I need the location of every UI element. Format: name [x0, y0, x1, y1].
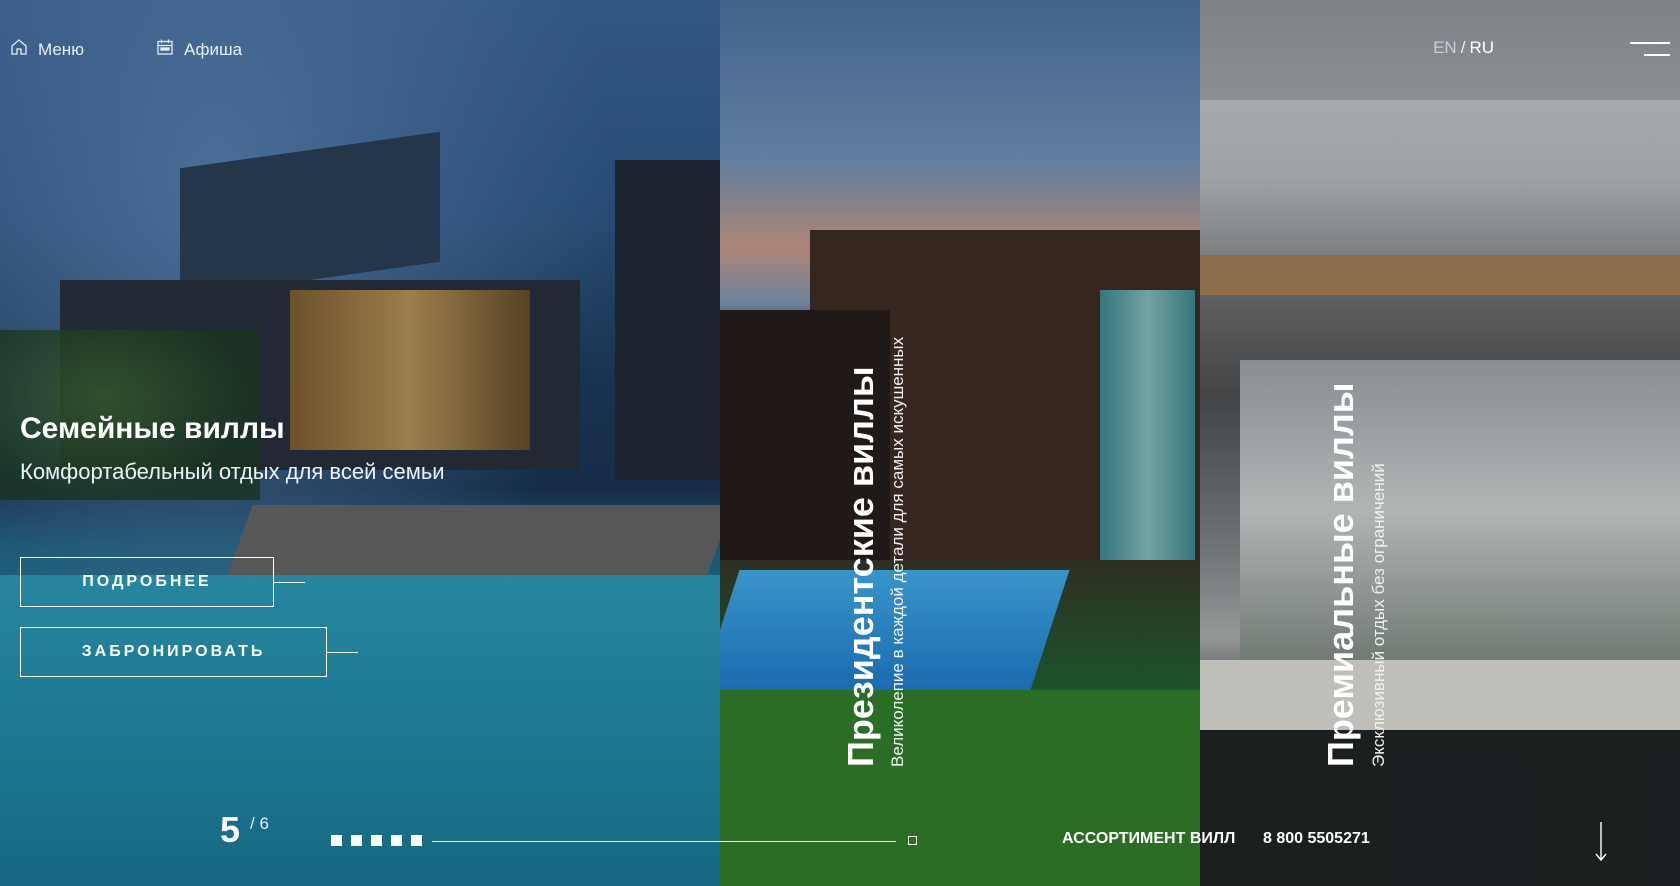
slide-dots	[331, 835, 422, 846]
lang-separator: /	[1460, 38, 1466, 57]
slide-dot[interactable]	[391, 835, 402, 846]
slide-dot[interactable]	[411, 835, 422, 846]
slide-dot[interactable]	[331, 835, 342, 846]
home-icon	[10, 38, 28, 61]
slide-dot[interactable]	[351, 835, 362, 846]
top-nav: Меню Афиша	[10, 38, 242, 61]
more-button[interactable]: ПОДРОБНЕЕ	[20, 557, 305, 607]
slide-subtitle: Комфортабельный отдых для всей семьи	[20, 459, 445, 484]
lang-ru-link[interactable]: RU	[1469, 38, 1494, 57]
villa-assortment-link[interactable]: АССОРТИМЕНТ ВИЛЛ	[1062, 830, 1235, 848]
lang-en-link[interactable]: EN	[1433, 38, 1457, 57]
progress-track	[432, 841, 896, 842]
slide-presidential-villas-background	[720, 0, 1200, 886]
phone-link[interactable]: 8 800 5505271	[1263, 830, 1370, 848]
slide-title: Семейные виллы	[20, 412, 285, 445]
panel-shade	[1200, 0, 1680, 886]
button-line-decoration	[326, 652, 358, 653]
calendar-icon	[156, 38, 174, 61]
arrow-down-icon[interactable]	[1594, 822, 1608, 862]
presidential-villas-title[interactable]: Президентские виллы	[840, 366, 882, 767]
presidential-villas-subtitle: Великолепие в каждой детали для самых ис…	[888, 336, 907, 767]
current-slide-number: 5	[220, 809, 241, 850]
slide-premium-villas-background	[1200, 0, 1680, 886]
book-button-label: ЗАБРОНИРОВАТЬ	[81, 643, 266, 660]
slide-counter: 5 / 6	[220, 812, 269, 848]
events-label: Афиша	[183, 39, 243, 59]
hamburger-icon[interactable]	[1630, 42, 1670, 58]
progress-end-marker[interactable]	[908, 836, 917, 845]
menu-label: Меню	[38, 39, 84, 59]
menu-link[interactable]: Меню	[10, 38, 84, 61]
more-button-label: ПОДРОБНЕЕ	[82, 573, 212, 590]
panel-shade	[720, 0, 1200, 886]
button-line-decoration	[273, 582, 305, 583]
events-link[interactable]: Афиша	[156, 38, 242, 61]
slide-dot[interactable]	[371, 835, 382, 846]
book-button[interactable]: ЗАБРОНИРОВАТЬ	[20, 627, 358, 677]
premium-villas-subtitle: Эксклюзивный отдых без ограничений	[1369, 463, 1388, 767]
premium-villas-title[interactable]: Премиальные виллы	[1320, 383, 1362, 767]
language-switcher: EN / RU	[1433, 38, 1494, 58]
total-slides: / 6	[250, 814, 269, 833]
